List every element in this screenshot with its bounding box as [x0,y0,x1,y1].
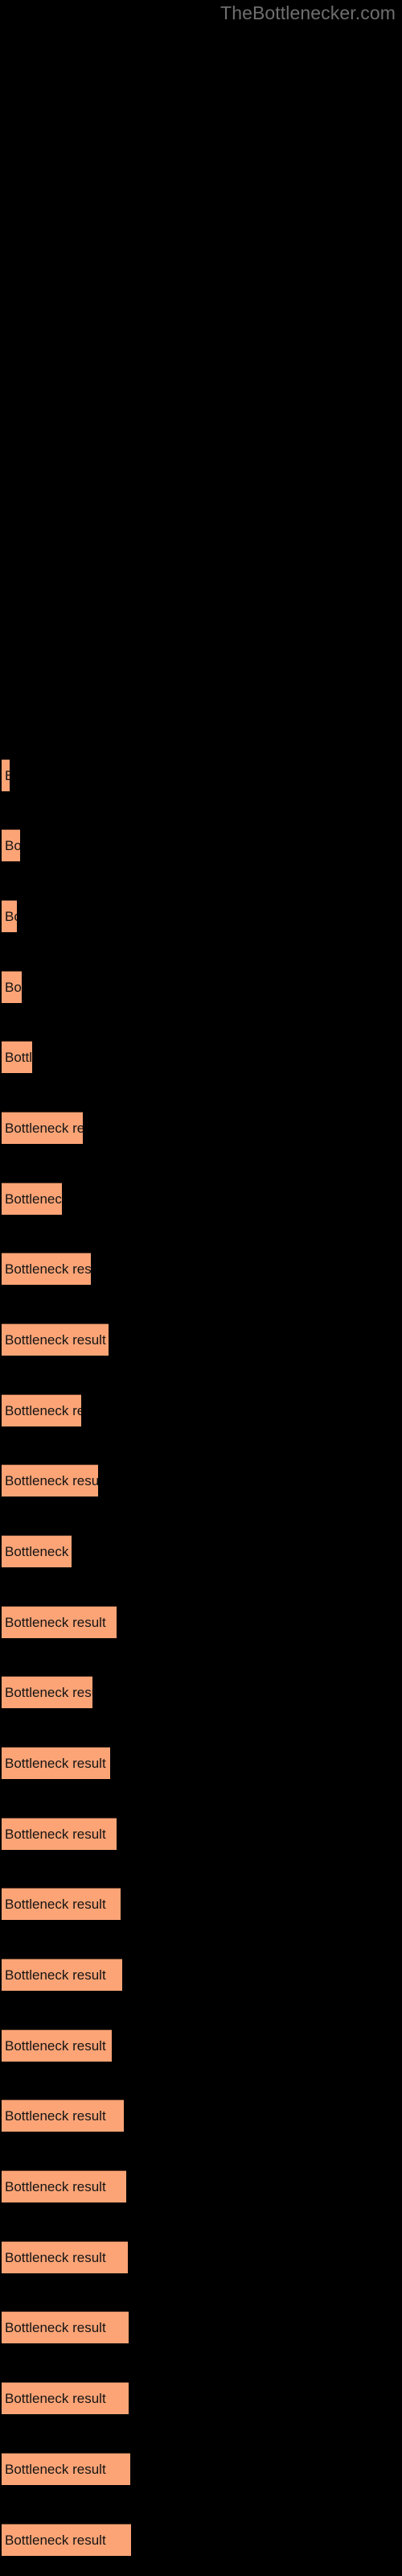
bar[interactable]: Bottleneck result [2,1676,92,1708]
bar-label: Bottleneck result [5,1120,83,1136]
bar[interactable]: Bottleneck result [2,829,20,861]
bar-label: Bottleneck result [5,2532,106,2548]
bar-label: Bottleneck result [5,1684,92,1700]
bar-label: Bottleneck result [5,1261,91,1277]
bar[interactable]: Bottleneck result [2,2170,126,2202]
bar[interactable]: Bottleneck result [2,2029,112,2062]
bar[interactable]: Bottleneck result [2,1394,81,1426]
bar-label: Bottleneck result [5,908,17,924]
bar[interactable]: Bottleneck result [2,1888,121,1920]
bar[interactable]: Bottleneck result [2,1535,72,1567]
bar[interactable]: Bottleneck result [2,1112,83,1144]
bar[interactable]: Bottleneck result [2,1464,98,1496]
bar-label: Bottleneck result [5,2107,106,2124]
bar[interactable]: Bottleneck result [2,2311,129,2343]
bar-label: Bottleneck result [5,1472,98,1488]
bar-label: Bottleneck result [5,979,22,995]
bar[interactable]: Bottleneck result [2,1747,110,1779]
bar-label: Bottleneck result [5,1402,81,1418]
bar-chart-plot-area: Bottleneck result Bottleneck result Bottle… [0,0,402,2576]
bar-label: Bottleneck result [5,1331,106,1348]
bar-label: Bottleneck result [5,1191,62,1207]
bar-label: Bottleneck result [5,2461,106,2477]
bar[interactable]: Bottleneck result [2,1606,117,1638]
bar-label: Bottleneck result [5,768,10,784]
bar-label: Bottleneck result [5,837,20,853]
bar[interactable]: Bottleneck result [2,1818,117,1850]
bar[interactable]: Bottleneck result [2,2241,128,2273]
bar-label: Bottleneck result [5,1049,32,1065]
bar[interactable]: Bottleneck result [2,1323,109,1356]
bar-label: Bottleneck result [5,2178,106,2194]
bar-label: Bottleneck result [5,1826,106,1842]
bar[interactable]: Bottleneck result [2,1041,32,1073]
bar-label: Bottleneck result [5,1614,106,1630]
chart-root: TheBottlenecker.com Bottleneck resultBot… [0,0,402,2576]
bar-label: Bottleneck result [5,1543,72,1559]
bar-label: Bottleneck result [5,1967,106,1983]
bar[interactable]: Bottleneck result [2,1959,122,1991]
bar[interactable]: Bottleneck result [2,2453,130,2485]
bar-label: Bottleneck result [5,2319,106,2335]
bar[interactable]: Bottleneck result [2,971,22,1003]
bar-label: Bottleneck result [5,2037,106,2054]
bar[interactable]: Bottleneck result [2,1183,62,1215]
bar[interactable]: Bottleneck result [2,2382,129,2414]
bar[interactable]: Bottleneck result [2,900,17,932]
bar[interactable]: Bottleneck result [2,2099,124,2132]
bar-label: Bottleneck result [5,1896,106,1912]
bar[interactable]: Bottleneck result [2,759,10,791]
bar[interactable]: Bottleneck result [2,1253,91,1285]
bar-label: Bottleneck result [5,2390,106,2406]
bar-label: Bottleneck result [5,1755,106,1771]
bar[interactable]: Bottleneck result [2,2524,131,2556]
bar-label: Bottleneck result [5,2249,106,2265]
